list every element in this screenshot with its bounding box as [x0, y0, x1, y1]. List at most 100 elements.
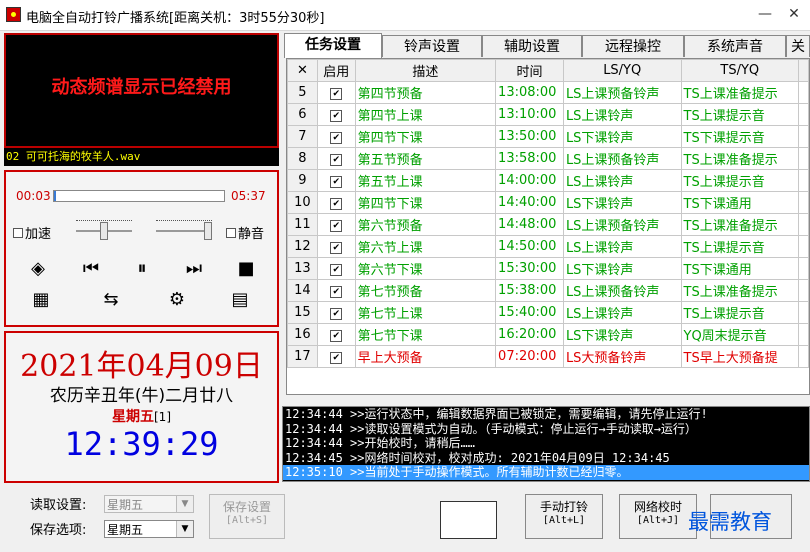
row-time[interactable]: 13:08:00	[495, 81, 564, 104]
row-enabled-checkbox[interactable]: ✔	[316, 169, 356, 192]
row-ls-yq[interactable]: LS上课铃声	[562, 169, 682, 192]
row-time[interactable]: 13:50:00	[495, 125, 564, 148]
row-ts-yq[interactable]: TS下课通用	[680, 257, 800, 280]
row-ts-yq[interactable]: TS上课准备提示	[680, 81, 800, 104]
checkmark-icon[interactable]: ✔	[330, 264, 343, 276]
network-sync-button[interactable]: 网络校时 [Alt+J]	[619, 494, 697, 539]
row-number[interactable]: 15	[287, 301, 318, 324]
row-time[interactable]: 14:40:00	[495, 191, 564, 214]
header-delete[interactable]: ✕	[287, 59, 318, 82]
row-number[interactable]: 11	[287, 213, 318, 236]
row-ts-yq[interactable]: TS下课提示音	[680, 125, 800, 148]
row-time[interactable]: 13:58:00	[495, 147, 564, 170]
table-row[interactable]: 9 ✔ 第五节上课 14:00:00 LS上课铃声 TS上课提示音	[287, 169, 809, 192]
tab-remote-control[interactable]: 远程操控	[582, 35, 684, 57]
checkmark-icon[interactable]: ✔	[330, 330, 343, 342]
row-number[interactable]: 6	[287, 103, 318, 126]
header-ts-yq[interactable]: TS/YQ	[680, 59, 800, 82]
row-enabled-checkbox[interactable]: ✔	[316, 345, 356, 368]
list-icon[interactable]: ▤	[228, 289, 252, 310]
gear-icon[interactable]: ⚙	[165, 289, 189, 310]
row-ls-yq[interactable]: LS上课预备铃声	[562, 147, 682, 170]
row-ls-yq[interactable]: LS下课铃声	[562, 125, 682, 148]
volume-slider-thumb[interactable]	[204, 222, 212, 240]
header-description[interactable]: 描述	[354, 59, 497, 82]
checkmark-icon[interactable]: ✔	[330, 220, 343, 232]
header-enabled[interactable]: 启用	[316, 59, 356, 82]
row-time[interactable]: 15:30:00	[495, 257, 564, 280]
row-ls-yq[interactable]: LS上课预备铃声	[562, 213, 682, 236]
row-ls-yq[interactable]: LS上课预备铃声	[562, 81, 682, 104]
row-ts-yq[interactable]: TS上课提示音	[680, 235, 800, 258]
table-row[interactable]: 12 ✔ 第六节上课 14:50:00 LS上课铃声 TS上课提示音	[287, 235, 809, 258]
row-number[interactable]: 16	[287, 323, 318, 346]
mute-checkbox-box[interactable]	[226, 227, 236, 238]
table-row[interactable]: 5 ✔ 第四节预备 13:08:00 LS上课预备铃声 TS上课准备提示	[287, 81, 809, 104]
row-enabled-checkbox[interactable]: ✔	[316, 213, 356, 236]
row-extra[interactable]	[798, 81, 809, 104]
row-enabled-checkbox[interactable]: ✔	[316, 301, 356, 324]
row-ts-yq[interactable]: TS早上大预备提	[680, 345, 800, 368]
save-options-select[interactable]: 星期五 ▼	[104, 520, 194, 538]
row-description[interactable]: 早上大预备	[354, 345, 497, 368]
row-extra[interactable]	[798, 103, 809, 126]
row-number[interactable]: 9	[287, 169, 318, 192]
header-ls-yq[interactable]: LS/YQ	[562, 59, 682, 82]
row-ls-yq[interactable]: LS上课铃声	[562, 235, 682, 258]
row-enabled-checkbox[interactable]: ✔	[316, 81, 356, 104]
row-time[interactable]: 07:20:00	[495, 345, 564, 368]
row-description[interactable]: 第五节上课	[354, 169, 497, 192]
read-settings-select[interactable]: 星期五 ▼	[104, 495, 194, 513]
tab-system-sound[interactable]: 系统声音	[684, 35, 786, 57]
row-ts-yq[interactable]: TS上课提示音	[680, 301, 800, 324]
row-enabled-checkbox[interactable]: ✔	[316, 147, 356, 170]
minimize-button[interactable]: —	[754, 4, 776, 24]
row-extra[interactable]	[798, 257, 809, 280]
checkmark-icon[interactable]: ✔	[330, 88, 343, 100]
row-enabled-checkbox[interactable]: ✔	[316, 323, 356, 346]
checkmark-icon[interactable]: ✔	[330, 110, 343, 122]
checkmark-icon[interactable]: ✔	[330, 176, 343, 188]
table-row[interactable]: 7 ✔ 第四节下课 13:50:00 LS下课铃声 TS下课提示音	[287, 125, 809, 148]
row-enabled-checkbox[interactable]: ✔	[316, 191, 356, 214]
header-time[interactable]: 时间	[495, 59, 564, 82]
row-extra[interactable]	[798, 125, 809, 148]
table-row[interactable]: 13 ✔ 第六节下课 15:30:00 LS下课铃声 TS下课通用	[287, 257, 809, 280]
row-number[interactable]: 14	[287, 279, 318, 302]
input-box[interactable]	[440, 501, 497, 539]
row-ts-yq[interactable]: TS上课提示音	[680, 103, 800, 126]
row-description[interactable]: 第七节下课	[354, 323, 497, 346]
row-ts-yq[interactable]: TS上课准备提示	[680, 279, 800, 302]
row-enabled-checkbox[interactable]: ✔	[316, 257, 356, 280]
row-extra[interactable]	[798, 345, 809, 368]
volume-slider[interactable]	[156, 218, 212, 244]
log-line-selected[interactable]: 12:35:10 >>当前处于手动操作模式。所有辅助计数已经归零。	[283, 465, 809, 480]
tab-aux-settings[interactable]: 辅助设置	[482, 35, 582, 57]
table-row[interactable]: 17 ✔ 早上大预备 07:20:00 LS大预备铃声 TS早上大预备提	[287, 345, 809, 368]
row-ls-yq[interactable]: LS上课铃声	[562, 301, 682, 324]
table-row[interactable]: 11 ✔ 第六节预备 14:48:00 LS上课预备铃声 TS上课准备提示	[287, 213, 809, 236]
close-button[interactable]: ✕	[783, 4, 805, 24]
checkmark-icon[interactable]: ✔	[330, 242, 343, 254]
loop-icon[interactable]: ◈	[26, 258, 50, 279]
row-description[interactable]: 第四节预备	[354, 81, 497, 104]
row-time[interactable]: 15:40:00	[495, 301, 564, 324]
row-extra[interactable]	[798, 169, 809, 192]
row-ts-yq[interactable]: YQ周末提示音	[680, 323, 800, 346]
tab-task-settings[interactable]: 任务设置	[284, 33, 382, 58]
speed-slider[interactable]	[76, 218, 132, 244]
checkmark-icon[interactable]: ✔	[330, 132, 343, 144]
row-ls-yq[interactable]: LS大预备铃声	[562, 345, 682, 368]
row-enabled-checkbox[interactable]: ✔	[316, 125, 356, 148]
row-number[interactable]: 10	[287, 191, 318, 214]
row-number[interactable]: 5	[287, 81, 318, 104]
row-extra[interactable]	[798, 147, 809, 170]
row-enabled-checkbox[interactable]: ✔	[316, 235, 356, 258]
tab-more[interactable]: 关	[786, 35, 810, 57]
table-row[interactable]: 14 ✔ 第七节预备 15:38:00 LS上课预备铃声 TS上课准备提示	[287, 279, 809, 302]
header-extra[interactable]	[798, 59, 809, 82]
row-description[interactable]: 第六节上课	[354, 235, 497, 258]
stop-icon[interactable]: ■	[234, 258, 258, 279]
row-number[interactable]: 13	[287, 257, 318, 280]
log-panel[interactable]: 12:34:44 >>运行状态中，编辑数据界面已被锁定，需要编辑，请先停止运行!…	[282, 406, 810, 482]
